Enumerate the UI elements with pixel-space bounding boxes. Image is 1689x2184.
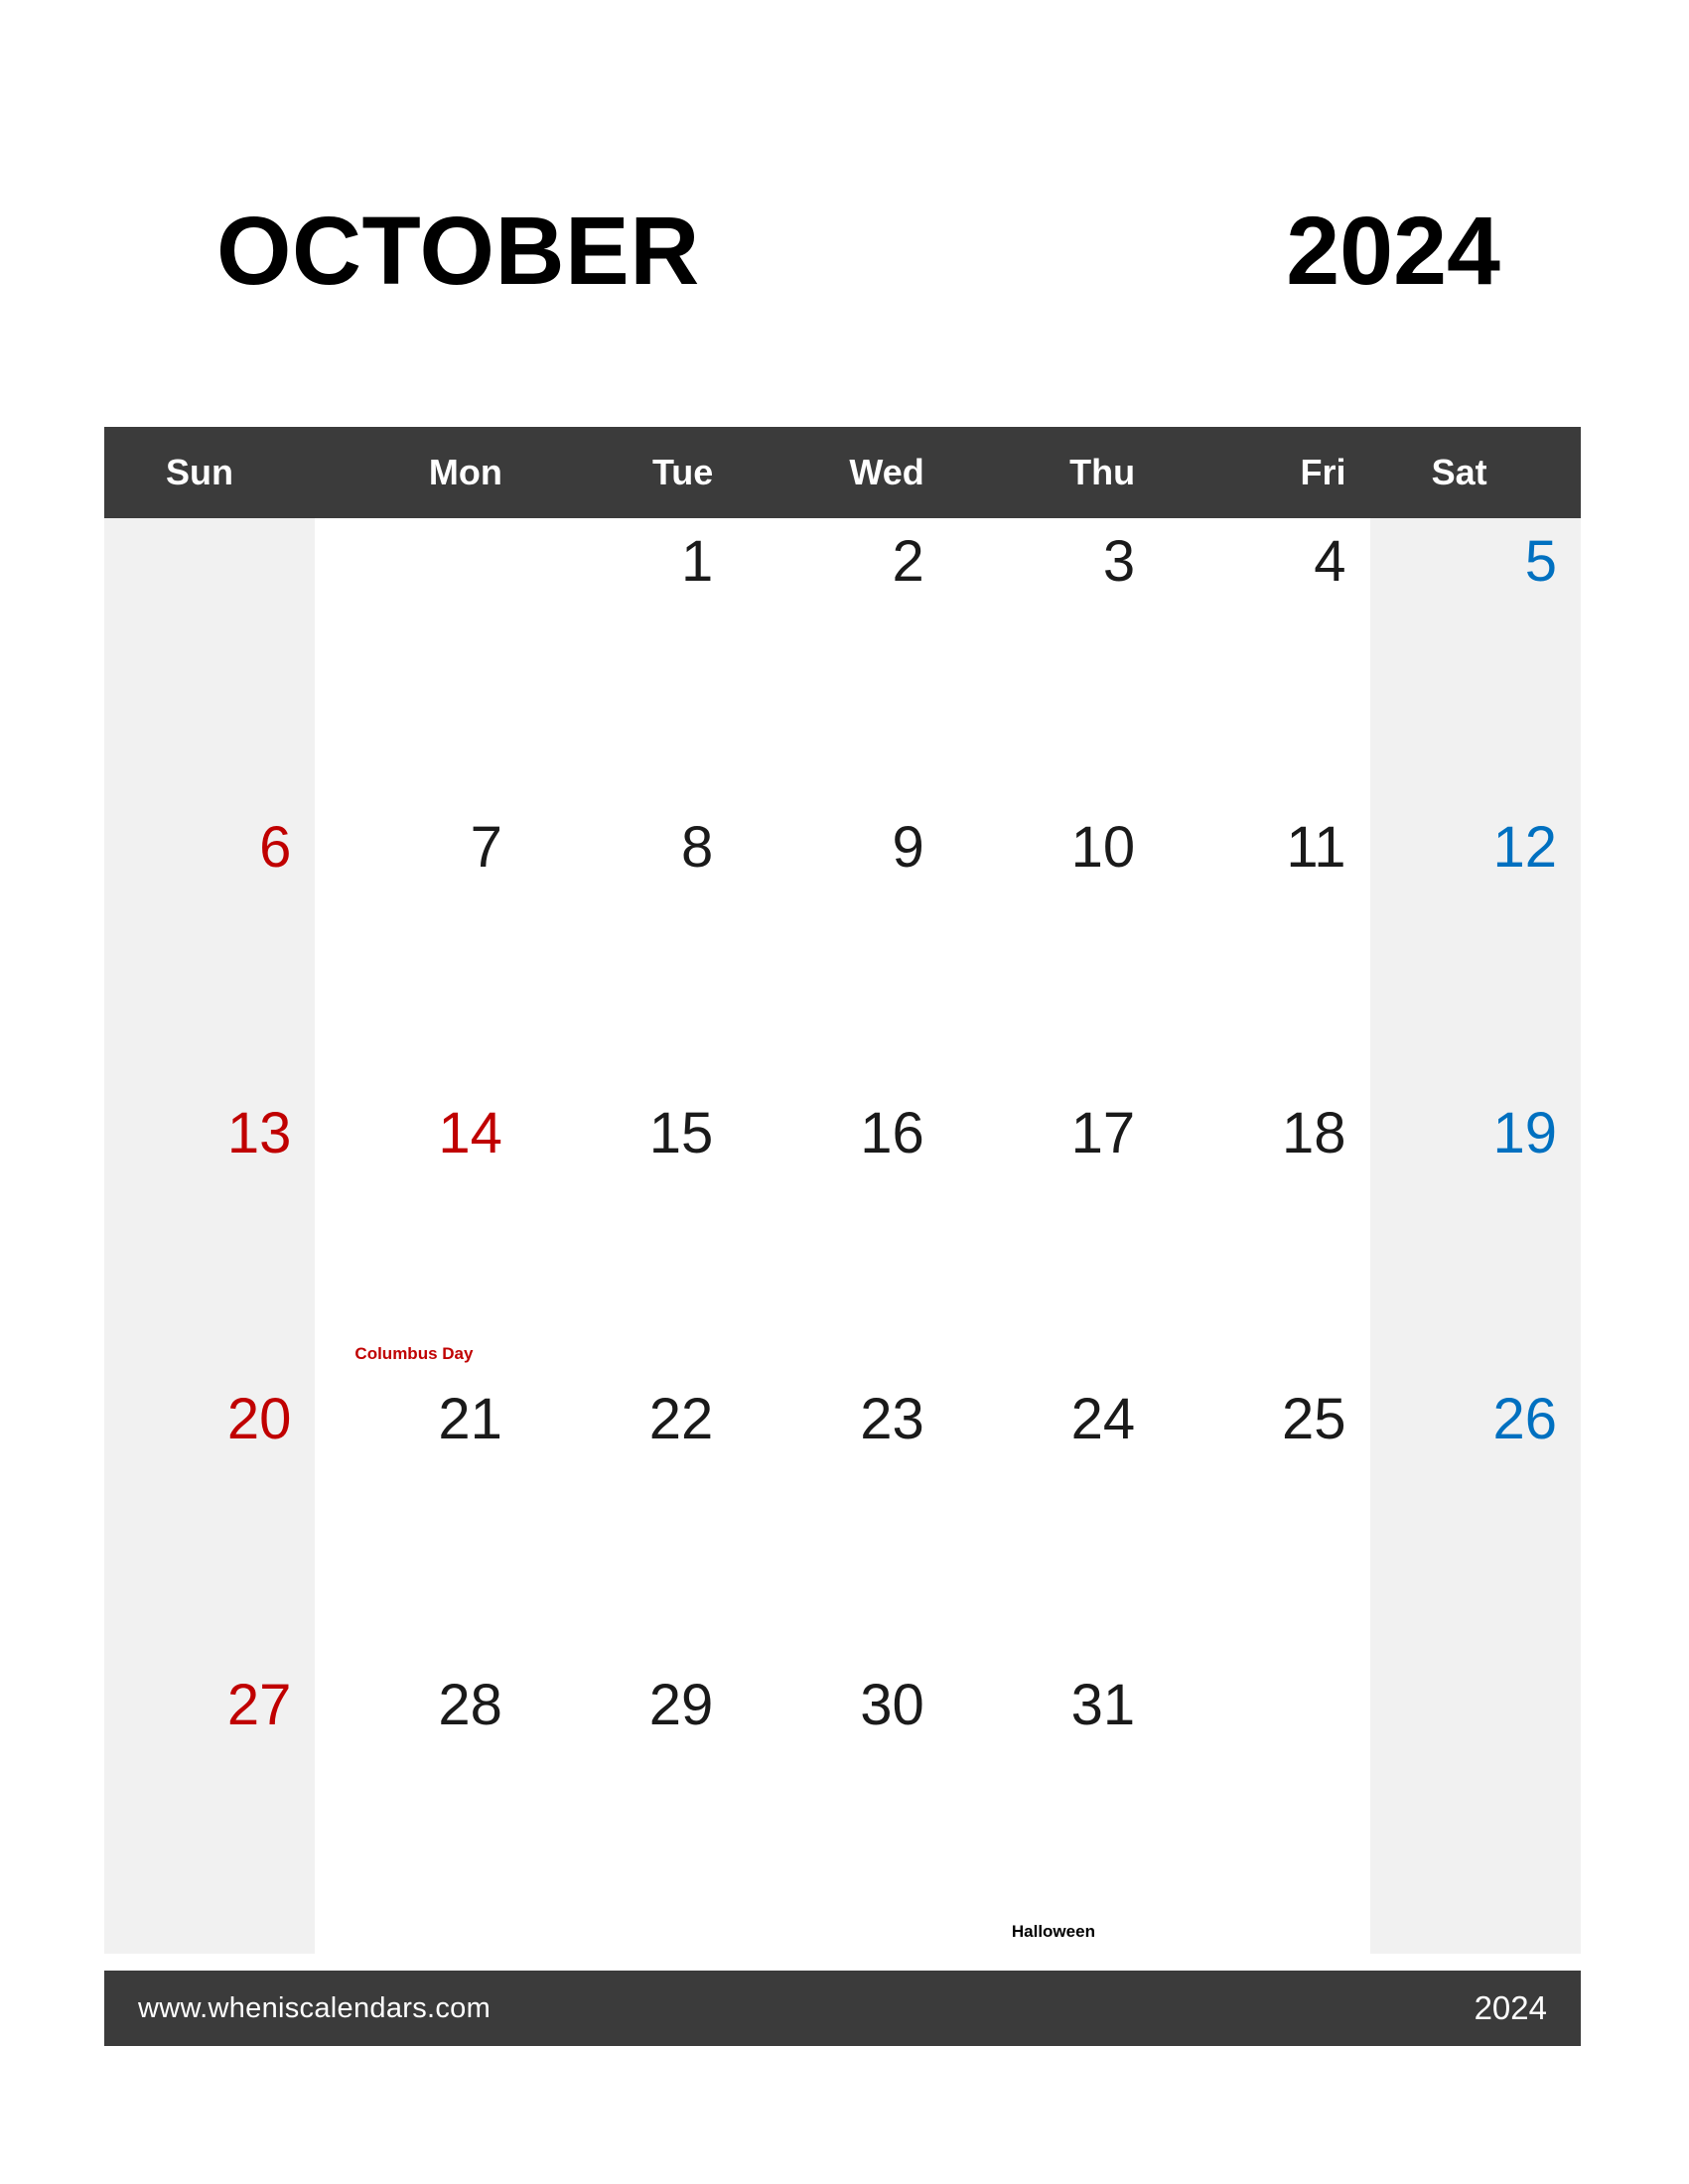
day-number: 13 <box>226 1101 292 1165</box>
day-number: 25 <box>1282 1387 1346 1451</box>
week-row: 1 2 3 4 5 <box>104 518 1581 804</box>
day-number: 7 <box>470 815 502 880</box>
day-number: 8 <box>681 815 714 880</box>
day-cell[interactable]: 18 <box>1159 1090 1369 1376</box>
day-cell[interactable]: 14 Columbus Day <box>315 1090 525 1376</box>
day-cell[interactable]: 17 <box>948 1090 1159 1376</box>
day-number: 1 <box>681 529 714 594</box>
day-cell[interactable]: 31 Halloween <box>948 1662 1159 1954</box>
weekday-tue: Tue <box>651 452 714 492</box>
weekday-mon: Mon <box>428 452 502 492</box>
footer-website-url[interactable]: www.wheniscalendars.com <box>138 1992 491 2025</box>
day-number: 21 <box>438 1387 502 1451</box>
day-cell[interactable] <box>1370 1662 1581 1954</box>
day-cell[interactable]: 11 <box>1159 804 1369 1090</box>
day-number: 31 <box>1070 1673 1136 1737</box>
day-number: 2 <box>892 529 924 594</box>
day-cell[interactable]: 2 <box>737 518 947 804</box>
day-number: 4 <box>1314 529 1346 594</box>
day-cell[interactable]: 22 <box>526 1376 737 1662</box>
day-number: 29 <box>648 1673 714 1737</box>
week-row: 20 21 22 23 24 25 26 <box>104 1376 1581 1662</box>
day-cell[interactable]: 19 <box>1370 1090 1581 1376</box>
day-cell[interactable]: 21 <box>315 1376 525 1662</box>
day-number: 20 <box>226 1387 292 1451</box>
footer-year: 2024 <box>1474 1989 1547 2026</box>
day-number: 11 <box>1286 815 1346 880</box>
day-number: 12 <box>1492 815 1557 880</box>
day-number: 14 <box>438 1101 502 1165</box>
day-cell[interactable]: 16 <box>737 1090 947 1376</box>
week-row: 27 28 29 30 31 Halloween <box>104 1662 1581 1954</box>
day-cell[interactable]: 5 <box>1370 518 1581 804</box>
day-cell[interactable]: 28 <box>315 1662 525 1954</box>
day-cell[interactable]: 25 <box>1159 1376 1369 1662</box>
day-note: Columbus Day <box>354 1344 474 1363</box>
day-number: 27 <box>226 1673 292 1737</box>
calendar-page: OCTOBER 2024 Sun Mon Tue Wed Thu Fri Sat <box>0 0 1689 2184</box>
calendar-title: OCTOBER 2024 <box>107 191 1582 310</box>
day-number: 19 <box>1492 1101 1557 1165</box>
day-cell[interactable]: 1 <box>526 518 737 804</box>
day-cell[interactable]: 30 <box>737 1662 947 1954</box>
day-cell[interactable]: 6 <box>104 804 315 1090</box>
week-row: 6 7 8 9 10 11 12 <box>104 804 1581 1090</box>
day-number: 15 <box>648 1101 714 1165</box>
day-cell[interactable] <box>315 518 525 804</box>
weeks-container: 1 2 3 4 5 6 7 8 9 10 11 12 13 14 Columbu… <box>104 518 1581 1954</box>
day-cell[interactable]: 24 <box>948 1376 1159 1662</box>
day-number: 22 <box>648 1387 714 1451</box>
day-cell[interactable]: 7 <box>315 804 525 1090</box>
day-number: 3 <box>1102 529 1136 594</box>
day-number: 6 <box>259 815 292 880</box>
day-number: 5 <box>1524 529 1557 594</box>
day-cell[interactable] <box>104 518 315 804</box>
weekday-sun: Sun <box>166 452 233 492</box>
day-cell[interactable]: 9 <box>737 804 947 1090</box>
day-number: 30 <box>860 1673 924 1737</box>
day-cell[interactable]: 20 <box>104 1376 315 1662</box>
day-number: 28 <box>438 1673 502 1737</box>
day-cell[interactable]: 15 <box>526 1090 737 1376</box>
day-cell[interactable]: 29 <box>526 1662 737 1954</box>
calendar-grid: Sun Mon Tue Wed Thu Fri Sat 1 2 3 4 5 6 … <box>104 427 1581 1954</box>
day-cell[interactable]: 23 <box>737 1376 947 1662</box>
day-note: Halloween <box>1011 1922 1095 1941</box>
day-cell[interactable]: 4 <box>1159 518 1369 804</box>
weekday-thu: Thu <box>1069 452 1136 492</box>
weekday-fri: Fri <box>1300 452 1346 492</box>
day-cell[interactable] <box>1159 1662 1369 1954</box>
day-number: 23 <box>860 1387 924 1451</box>
week-row: 13 14 Columbus Day 15 16 17 18 19 <box>104 1090 1581 1376</box>
day-number: 26 <box>1492 1387 1557 1451</box>
weekday-wed: Wed <box>849 452 924 492</box>
title-year: 2024 <box>1286 196 1500 305</box>
day-number: 18 <box>1282 1101 1346 1165</box>
day-number: 10 <box>1070 815 1136 880</box>
day-number: 17 <box>1070 1101 1136 1165</box>
day-cell[interactable]: 10 <box>948 804 1159 1090</box>
weekday-sat: Sat <box>1431 452 1487 492</box>
footer-bar: www.wheniscalendars.com 2024 <box>104 1971 1581 2046</box>
day-number: 24 <box>1070 1387 1136 1451</box>
weekday-header-row: Sun Mon Tue Wed Thu Fri Sat <box>104 427 1581 518</box>
day-cell[interactable]: 8 <box>526 804 737 1090</box>
day-number: 9 <box>892 815 924 880</box>
title-month: OCTOBER <box>216 196 700 305</box>
day-cell[interactable]: 13 <box>104 1090 315 1376</box>
day-cell[interactable]: 12 <box>1370 804 1581 1090</box>
day-cell[interactable]: 27 <box>104 1662 315 1954</box>
day-cell[interactable]: 3 <box>948 518 1159 804</box>
day-number: 16 <box>860 1101 924 1165</box>
day-cell[interactable]: 26 <box>1370 1376 1581 1662</box>
